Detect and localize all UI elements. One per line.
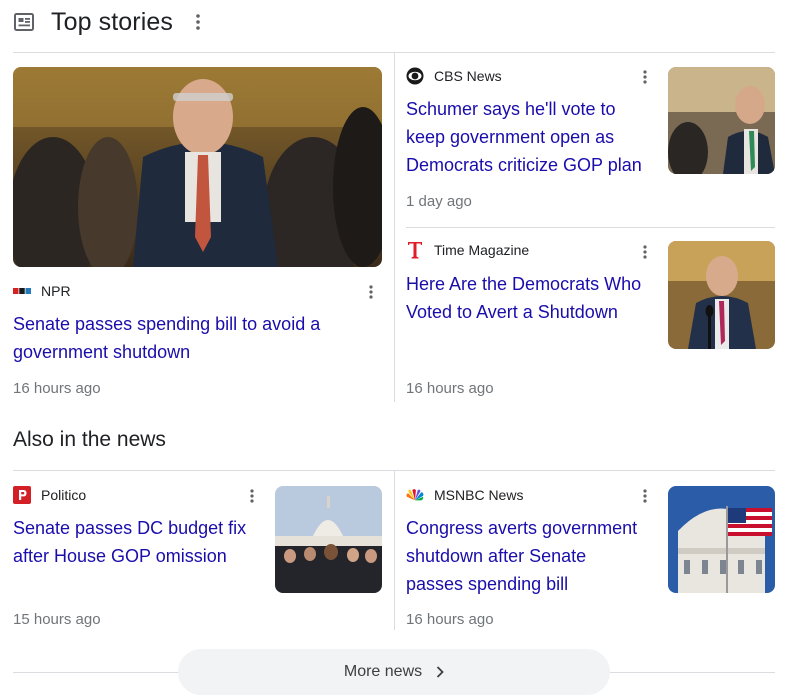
story-headline-politico[interactable]: Senate passes DC budget fix after House … [13, 514, 263, 570]
column-divider [394, 470, 395, 630]
section-title-also-in-the-news: Also in the news [13, 428, 166, 451]
headline-line: Here Are the Democrats Who [406, 274, 642, 294]
divider [406, 227, 775, 228]
story-headline-msnbc[interactable]: Congress averts government shutdown afte… [406, 514, 656, 598]
more-news-label: More news [343, 663, 423, 680]
headline-line: Senate passes DC budget fix [13, 518, 247, 538]
source-name: MSNBC News [434, 487, 524, 503]
headline-line: Senate passes spending bill to avoid a [13, 314, 321, 334]
headline-line: keep government open as [406, 127, 615, 147]
story-image-cbs[interactable] [668, 67, 775, 174]
story-age: 15 hours ago [13, 611, 101, 628]
source-msnbc-news[interactable]: MSNBC News [406, 485, 523, 505]
more-vert-icon[interactable] [639, 486, 651, 506]
source-time-magazine[interactable]: Time Magazine [406, 240, 529, 260]
source-name: Time Magazine [434, 242, 530, 258]
story-age: 16 hours ago [406, 611, 494, 628]
story-image-msnbc[interactable] [668, 486, 775, 593]
headline-line: Schumer says he'll vote to [406, 99, 616, 119]
politico-logo [13, 486, 31, 504]
msnbc-logo [406, 486, 424, 504]
story-headline-cbs[interactable]: Schumer says he'll vote to keep governme… [406, 95, 656, 179]
headline-line: Congress averts government [406, 518, 638, 538]
headline-line: government shutdown [13, 342, 191, 362]
npr-logo [13, 282, 31, 300]
story-headline-time[interactable]: Here Are the Democrats Who Voted to Aver… [406, 270, 656, 326]
story-age: 1 day ago [406, 193, 472, 210]
column-divider [394, 52, 395, 402]
top-stories-header: Top stories [13, 6, 205, 38]
headline-line: shutdown after Senate [406, 546, 587, 566]
source-name: Politico [41, 487, 87, 503]
source-politico[interactable]: Politico [13, 485, 86, 505]
headline-line: Democrats criticize GOP plan [406, 155, 642, 175]
cbs-logo [406, 67, 424, 85]
chevron-right-icon [436, 666, 444, 678]
more-vert-icon[interactable] [639, 242, 651, 262]
newspaper-icon [13, 11, 35, 33]
time-logo [406, 241, 424, 259]
headline-line: Voted to Avert a Shutdown [406, 302, 618, 322]
story-image-npr[interactable] [13, 67, 382, 267]
source-name: NPR [41, 283, 71, 299]
more-vert-icon[interactable] [246, 486, 258, 506]
headline-line: passes spending bill [406, 574, 569, 594]
story-image-time[interactable] [668, 241, 775, 349]
section-title-top-stories: Top stories [51, 7, 173, 36]
source-name: CBS News [434, 68, 502, 84]
more-vert-icon[interactable] [191, 10, 205, 34]
story-image-politico[interactable] [275, 486, 382, 593]
story-age: 16 hours ago [406, 380, 494, 397]
story-headline-npr[interactable]: Senate passes spending bill to avoid a g… [13, 310, 373, 366]
source-cbs-news[interactable]: CBS News [406, 66, 502, 86]
headline-line: after House GOP omission [13, 546, 227, 566]
more-vert-icon[interactable] [639, 67, 651, 87]
more-vert-icon[interactable] [365, 282, 377, 302]
source-npr[interactable]: NPR [13, 281, 71, 301]
story-age: 16 hours ago [13, 380, 101, 397]
more-news-button[interactable]: More news [178, 649, 610, 695]
